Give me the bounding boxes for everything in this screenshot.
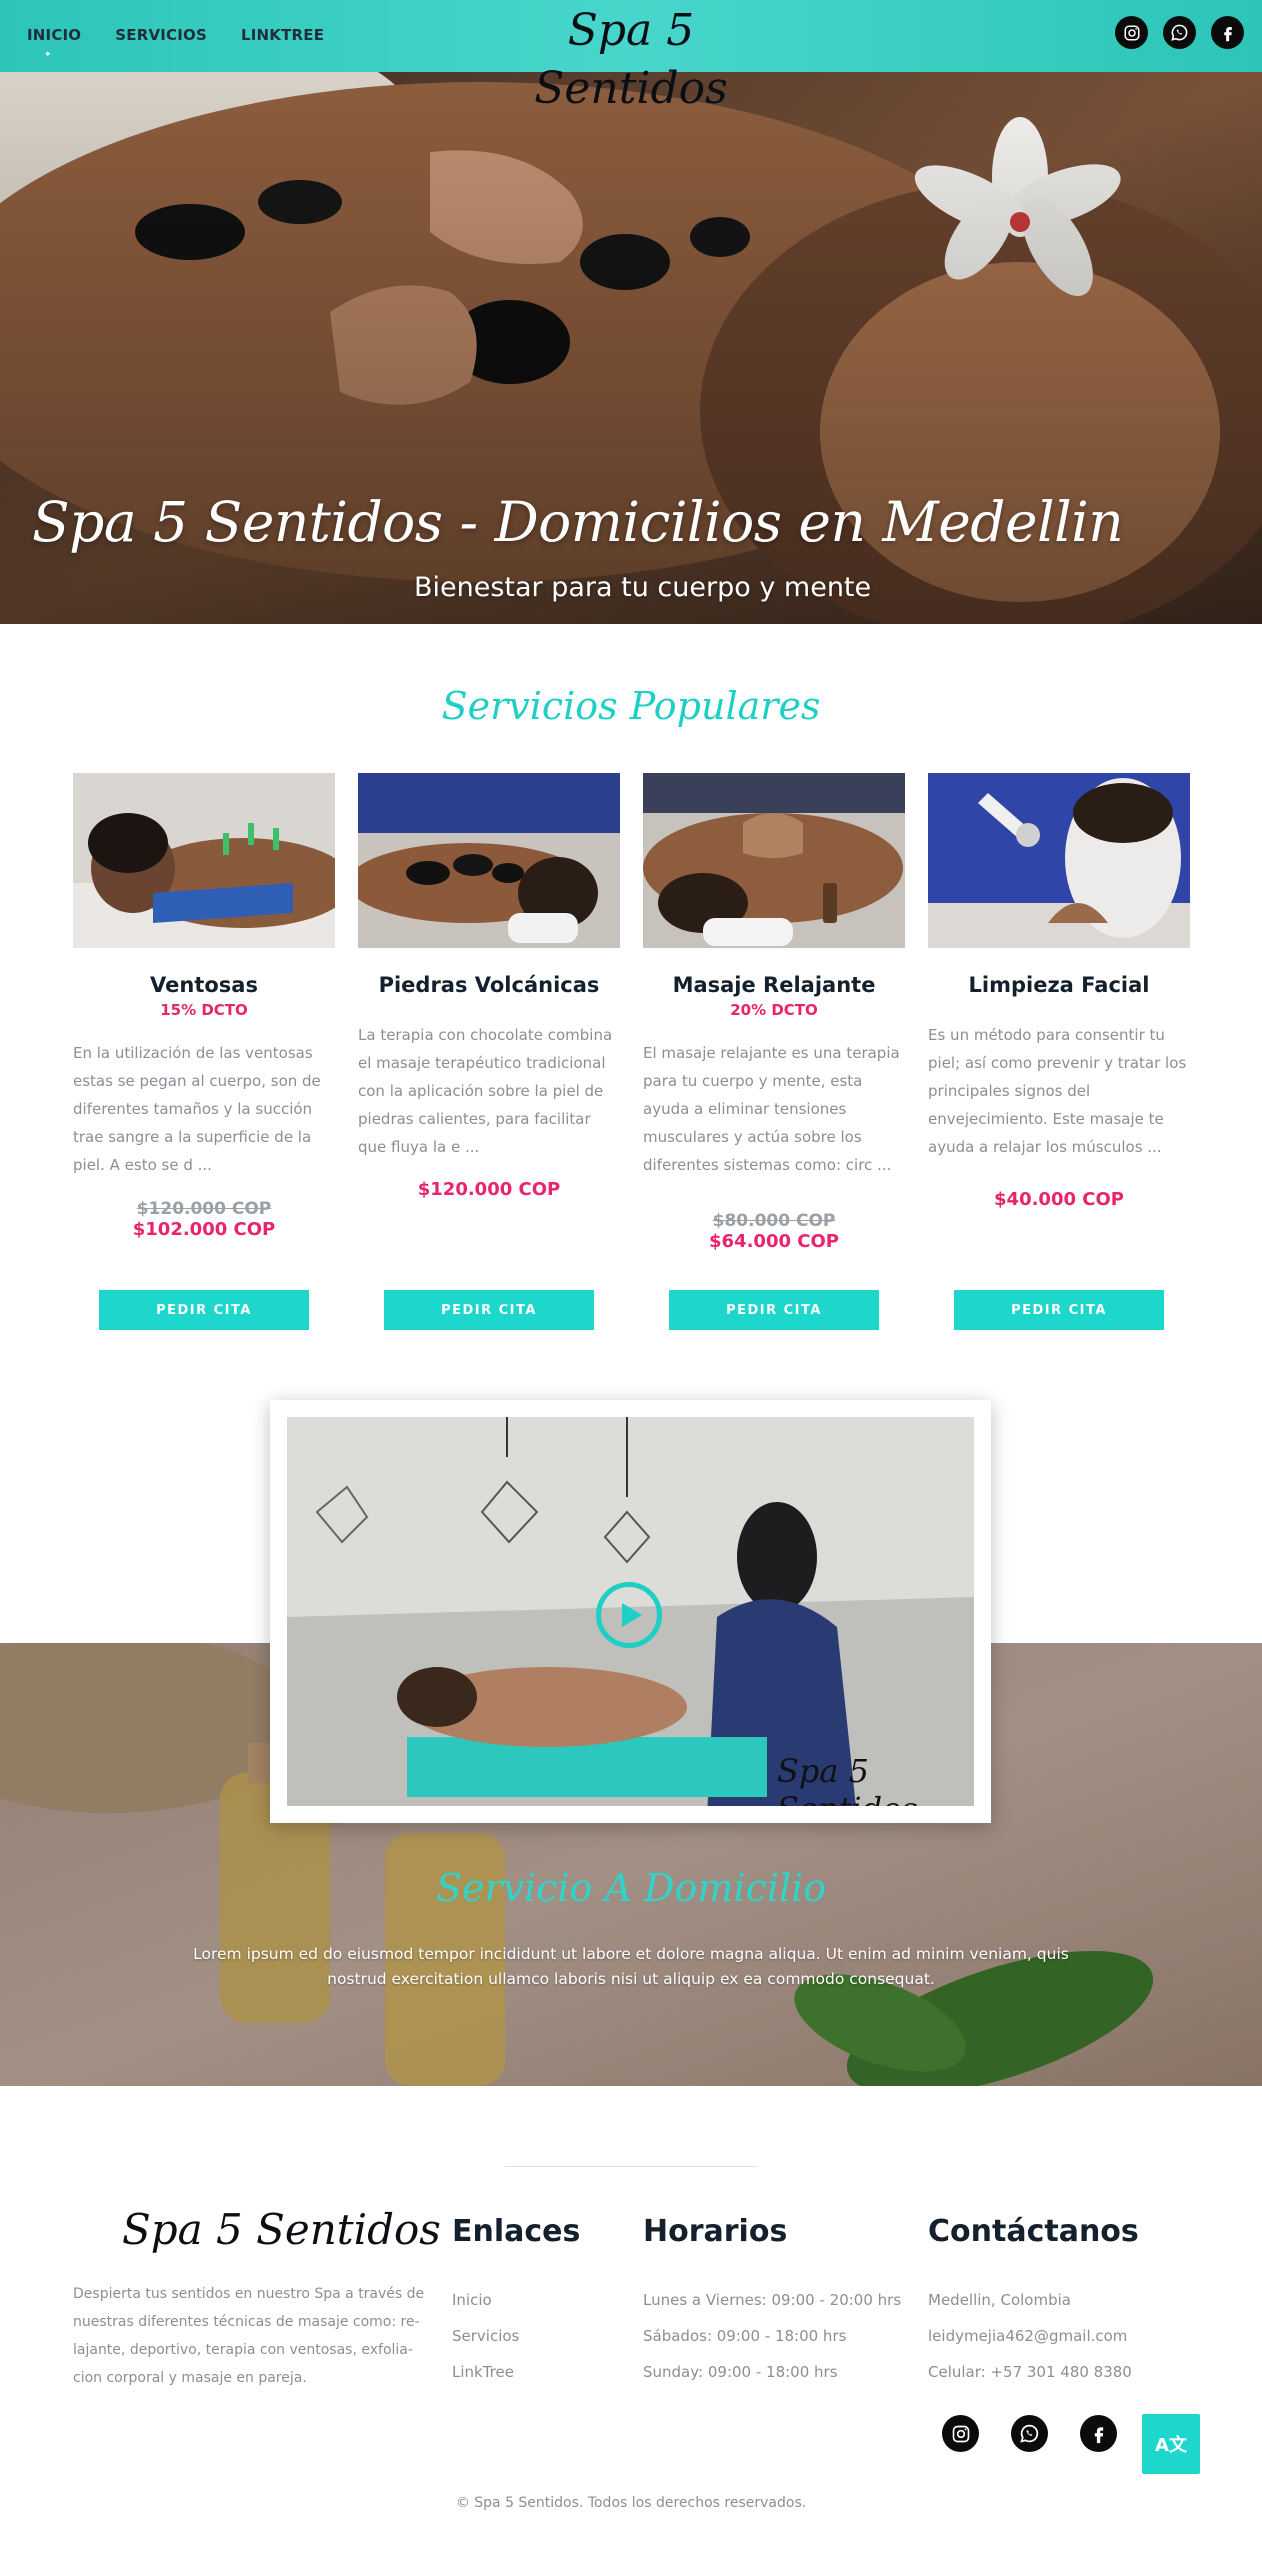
footer-logo: Spa 5 Sentidos — [122, 2205, 441, 2254]
pedir-cita-button-piedras-volcanicas[interactable]: PEDIR CITA — [384, 1290, 594, 1330]
service-description: En la utilización de las ventosas estas … — [73, 1044, 321, 1174]
service-name: Limpieza Facial — [968, 973, 1150, 997]
footer-links-list: Inicio Servicios LinkTree — [452, 2282, 519, 2390]
service-price: $120.000 COP — [417, 1179, 561, 1200]
whatsapp-icon[interactable] — [1163, 16, 1196, 49]
facebook-icon[interactable] — [1080, 2415, 1117, 2452]
hero-title: Spa 5 Sentidos - Domicilios en Medellin — [32, 490, 1124, 554]
header-social-links — [1115, 16, 1244, 49]
hours-weekday: Lunes a Viernes: 09:00 - 20:00 hrs — [643, 2291, 902, 2309]
whatsapp-icon[interactable] — [1011, 2415, 1048, 2452]
footer-description: Despierta tus sentidos en nuestro Spa a … — [73, 2286, 425, 2386]
service-discount-badge: 15% DCTO — [160, 1001, 248, 1019]
footer-link-servicios[interactable]: Servicios — [452, 2318, 519, 2354]
domicilio-title: Servicio A Domicilio — [435, 1866, 827, 1910]
service-discount-badge — [928, 1001, 1190, 1019]
nav-linktree[interactable]: LINKTREE — [241, 26, 324, 44]
nav-servicios[interactable]: SERVICIOS — [115, 26, 207, 44]
footer-hours-list: Lunes a Viernes: 09:00 - 20:00 hrs Sábad… — [643, 2282, 901, 2390]
service-card-piedras-volcanicas: Piedras Volcánicas La terapia con chocol… — [358, 773, 620, 1200]
copyright-text: © Spa 5 Sentidos. Todos los derechos res… — [455, 2495, 807, 2511]
hours-saturday: Sábados: 09:00 - 18:00 hrs — [643, 2327, 847, 2345]
contact-phone[interactable]: Celular: +57 301 480 8380 — [928, 2354, 1132, 2390]
service-image-piedras-volcanicas — [358, 773, 620, 948]
footer-links-title: Enlaces — [452, 2214, 581, 2249]
service-price: $102.000 COP — [132, 1219, 276, 1240]
footer-link-inicio[interactable]: Inicio — [452, 2282, 519, 2318]
nav-inicio[interactable]: INICIO — [27, 26, 81, 44]
facebook-icon[interactable] — [1211, 16, 1244, 49]
domicilio-text: Lorem ipsum ed do eiusmod tempor incidid… — [193, 1945, 1069, 1988]
service-name: Masaje Relajante — [672, 973, 876, 997]
service-card-ventosas: Ventosas 15% DCTO En la utilización de l… — [73, 773, 335, 1240]
service-card-masaje-relajante: Masaje Relajante 20% DCTO El masaje rela… — [643, 773, 905, 1252]
pedir-cita-button-limpieza-facial[interactable]: PEDIR CITA — [954, 1290, 1164, 1330]
site-logo[interactable]: Spa 5 Sentidos — [505, 2, 757, 114]
footer-contact-title: Contáctanos — [928, 2214, 1139, 2249]
footer-contact-list: Medellin, Colombia leidymejia462@gmail.c… — [928, 2282, 1132, 2390]
translate-label: A文 — [1155, 2435, 1187, 2456]
pedir-cita-button-ventosas[interactable]: PEDIR CITA — [99, 1290, 309, 1330]
service-name: Piedras Volcánicas — [378, 973, 600, 997]
service-name: Ventosas — [150, 973, 258, 997]
service-card-limpieza-facial: Limpieza Facial Es un método para consen… — [928, 773, 1190, 1210]
service-discount-badge: 20% DCTO — [730, 1001, 818, 1019]
active-nav-indicator-icon: ✦ — [44, 50, 52, 60]
service-description: La terapia con chocolate combina el masa… — [358, 1026, 613, 1156]
footer-divider — [505, 2166, 757, 2167]
hours-sunday: Sunday: 09:00 - 18:00 hrs — [643, 2363, 838, 2381]
contact-email[interactable]: leidymejia462@gmail.com — [928, 2318, 1132, 2354]
service-discount-badge — [358, 1001, 620, 1019]
service-price: $64.000 COP — [709, 1231, 839, 1252]
play-button-icon[interactable] — [596, 1582, 662, 1648]
footer-link-linktree[interactable]: LinkTree — [452, 2354, 519, 2390]
translate-icon[interactable]: A文 — [1142, 2414, 1200, 2474]
service-image-masaje-relajante — [643, 773, 905, 948]
service-image-limpieza-facial — [928, 773, 1190, 948]
instagram-icon[interactable] — [1115, 16, 1148, 49]
hero-banner: Spa 5 Sentidos - Domicilios en Medellin … — [0, 72, 1262, 624]
hero-subtitle: Bienestar para tu cuerpo y mente — [414, 572, 872, 603]
instagram-icon[interactable] — [942, 2415, 979, 2452]
service-description: Es un método para consentir tu piel; así… — [928, 1026, 1187, 1156]
footer-social-links — [942, 2415, 1117, 2452]
video-watermark: Spa 5 Sentidos — [777, 1752, 918, 1806]
service-old-price: $80.000 COP — [712, 1211, 836, 1231]
service-old-price: $120.000 COP — [136, 1199, 272, 1219]
contact-location: Medellin, Colombia — [928, 2291, 1071, 2309]
pedir-cita-button-masaje-relajante[interactable]: PEDIR CITA — [669, 1290, 879, 1330]
footer-hours-title: Horarios — [643, 2214, 788, 2249]
main-nav: INICIO SERVICIOS LINKTREE — [27, 26, 324, 44]
services-section-title: Servicios Populares — [441, 684, 821, 728]
service-description: El masaje relajante es una terapia para … — [643, 1044, 900, 1174]
service-price: $40.000 COP — [994, 1189, 1124, 1210]
service-image-ventosas — [73, 773, 335, 948]
top-navbar: INICIO SERVICIOS LINKTREE ✦ Spa 5 Sentid… — [0, 0, 1262, 114]
